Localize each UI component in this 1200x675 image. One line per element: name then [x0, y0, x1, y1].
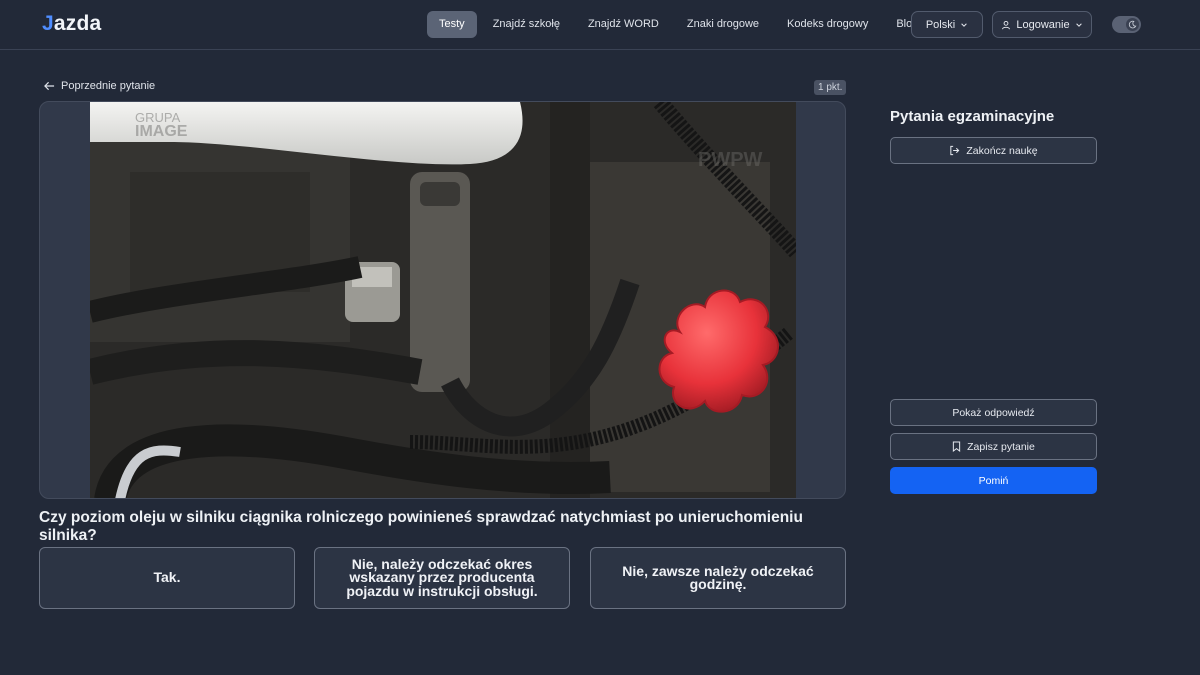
finish-study-label: Zakończ naukę: [966, 144, 1038, 157]
exit-icon: [950, 145, 960, 156]
arrow-left-icon: [44, 81, 55, 91]
finish-study-button[interactable]: Zakończ naukę: [890, 137, 1097, 164]
language-select[interactable]: Polski: [911, 11, 983, 38]
chevron-down-icon: [961, 22, 967, 27]
answer-option-1[interactable]: Tak.: [39, 547, 295, 609]
answer-option-3[interactable]: Nie, zawsze należy odczekać godzinę.: [590, 547, 846, 609]
moon-icon: [1128, 20, 1137, 29]
points-badge: 1 pkt.: [814, 80, 847, 95]
question-text: Czy poziom oleju w silniku ciągnika roln…: [39, 509, 803, 544]
image-watermark-image: IMAGE: [135, 123, 188, 140]
answer-option-label: Nie, należy odczekać okres wskazany prze…: [346, 555, 538, 599]
sidebar-title: Pytania egzaminacyjne: [890, 108, 1055, 125]
bookmark-icon: [952, 441, 961, 452]
save-question-label: Zapisz pytanie: [967, 440, 1035, 453]
show-answer-button[interactable]: Pokaż odpowiedź: [890, 399, 1097, 426]
chevron-down-icon: [1075, 22, 1082, 27]
site-logo[interactable]: Jazda: [42, 12, 101, 36]
main-nav: Testy Znajdź szkołę Znajdź WORD Znaki dr…: [427, 11, 930, 38]
login-label: Logowanie: [1016, 18, 1070, 31]
nav-tests[interactable]: Testy: [427, 11, 477, 38]
question-media-frame: GRUPA IMAGE PWPW: [39, 101, 846, 499]
skip-button[interactable]: Pomiń: [890, 467, 1097, 494]
previous-question-label: Poprzednie pytanie: [61, 80, 156, 92]
nav-road-code[interactable]: Kodeks drogowy: [775, 11, 880, 38]
language-label: Polski: [925, 18, 956, 31]
nav-find-school[interactable]: Znajdź szkołę: [481, 11, 572, 38]
theme-toggle-knob: [1126, 18, 1139, 31]
answer-option-label: Nie, zawsze należy odczekać godzinę.: [622, 562, 814, 592]
save-question-button[interactable]: Zapisz pytanie: [890, 433, 1097, 460]
image-watermark-pwpw: PWPW: [698, 149, 763, 171]
show-answer-label: Pokaż odpowiedź: [952, 406, 1035, 419]
nav-find-word[interactable]: Znajdź WORD: [576, 11, 671, 38]
skip-label: Pomiń: [978, 474, 1009, 487]
answer-option-label: Tak.: [153, 569, 181, 586]
question-image: GRUPA IMAGE PWPW: [90, 102, 796, 498]
theme-toggle[interactable]: [1112, 16, 1141, 33]
previous-question-link[interactable]: Poprzednie pytanie: [44, 80, 155, 92]
login-button[interactable]: Logowanie: [992, 11, 1092, 38]
top-navigation-bar: Jazda Testy Znajdź szkołę Znajdź WORD Zn…: [0, 0, 1200, 50]
answer-option-2[interactable]: Nie, należy odczekać okres wskazany prze…: [314, 547, 570, 609]
user-icon: [1002, 20, 1011, 29]
nav-road-signs[interactable]: Znaki drogowe: [675, 11, 771, 38]
